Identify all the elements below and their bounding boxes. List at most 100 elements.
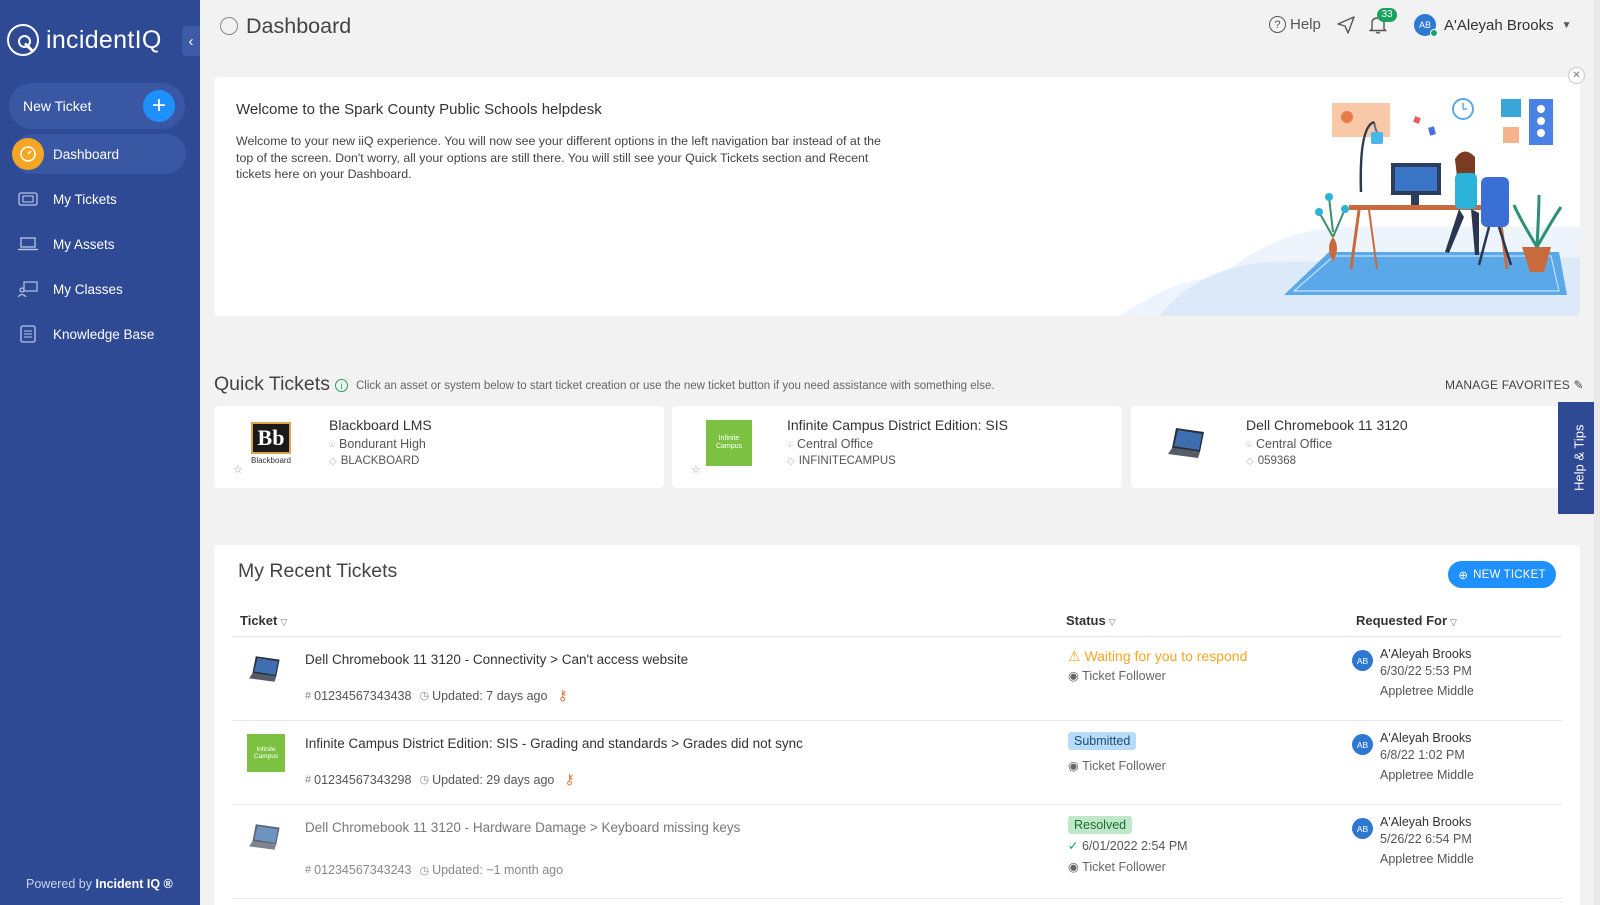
ticket-subject[interactable]: Infinite Campus District Edition: SIS - … bbox=[305, 736, 803, 751]
infinite-campus-logo-text: Infinite Campus bbox=[706, 420, 752, 466]
table-row[interactable]: Infinite Campus Infinite Campus District… bbox=[232, 721, 1562, 805]
quick-ticket-name: Blackboard LMS bbox=[329, 417, 432, 433]
help-link[interactable]: ? Help bbox=[1269, 16, 1321, 33]
column-label: Ticket bbox=[240, 613, 278, 628]
ticket-meta: # 01234567343243 ◷ Updated: ~1 month ago bbox=[305, 863, 563, 877]
blackboard-logo-text: Bb bbox=[251, 421, 291, 454]
requester-name: A'Aleyah Brooks bbox=[1380, 815, 1472, 829]
sidebar-item-knowledge-base[interactable]: Knowledge Base bbox=[12, 314, 186, 354]
warning-icon: ⚠ bbox=[1068, 648, 1081, 664]
location-text: Bondurant High bbox=[339, 437, 426, 451]
star-icon[interactable]: ☆ bbox=[691, 463, 701, 476]
status-submitted: Submitted bbox=[1068, 732, 1137, 750]
hash-icon: # bbox=[305, 773, 312, 786]
quick-tickets-description: Click an asset or system below to start … bbox=[356, 380, 995, 392]
tag-text: 059368 bbox=[1257, 455, 1297, 467]
clock-icon: ◷ bbox=[419, 690, 430, 702]
ticket-subject[interactable]: Dell Chromebook 11 3120 - Hardware Damag… bbox=[305, 820, 740, 835]
sort-icon: ▽ bbox=[1450, 617, 1457, 627]
infinite-campus-logo: Infinite Campus bbox=[246, 733, 286, 773]
sidebar-item-label: Dashboard bbox=[53, 146, 120, 162]
status-resolved: Resolved bbox=[1068, 816, 1133, 834]
new-ticket-button-secondary[interactable]: ⊕ NEW TICKET bbox=[1448, 561, 1556, 588]
speedometer-icon bbox=[12, 138, 44, 170]
column-label: Status bbox=[1066, 613, 1106, 628]
quick-ticket-card[interactable]: Infinite Campus ☆ Infinite Campus Distri… bbox=[672, 406, 1122, 488]
status-text: Waiting for you to respond bbox=[1084, 648, 1248, 664]
tag-icon: ◇ bbox=[1246, 456, 1254, 467]
powered-brand[interactable]: Incident IQ ® bbox=[96, 877, 173, 891]
star-icon[interactable]: ☆ bbox=[233, 463, 243, 476]
powered-by: Powered by Incident IQ ® bbox=[26, 877, 173, 891]
quick-ticket-name: Infinite Campus District Edition: SIS bbox=[787, 417, 1008, 433]
user-name: A'Aleyah Brooks bbox=[1444, 16, 1554, 34]
clock-icon: ◷ bbox=[419, 864, 430, 877]
blackboard-logo-caption: Blackboard bbox=[250, 455, 292, 465]
quick-ticket-tag: ◇ BLACKBOARD bbox=[329, 455, 419, 467]
manage-favorites-link[interactable]: MANAGE FAVORITES ✎ bbox=[1445, 378, 1584, 392]
sidebar-item-dashboard[interactable]: Dashboard bbox=[12, 134, 186, 174]
tag-icon: ◇ bbox=[787, 456, 795, 467]
ticket-number: 01234567343298 bbox=[314, 772, 412, 787]
avatar: AB bbox=[1352, 650, 1373, 671]
notification-badge: 33 bbox=[1377, 8, 1397, 22]
column-header-ticket[interactable]: Ticket ▽ bbox=[240, 613, 287, 628]
ticket-follower: ◉ Ticket Follower bbox=[1068, 668, 1166, 683]
collapse-sidebar-button[interactable]: ‹ bbox=[182, 26, 200, 56]
requested-date: 6/8/22 1:02 PM bbox=[1380, 748, 1465, 762]
location-text: Central Office bbox=[1256, 437, 1333, 451]
table-row[interactable]: Dell Chromebook 11 3120 - Hardware Damag… bbox=[232, 805, 1562, 899]
help-label: Help bbox=[1290, 16, 1321, 33]
ticket-number: 01234567343243 bbox=[314, 863, 412, 877]
sidebar-item-my-tickets[interactable]: My Tickets bbox=[12, 179, 186, 219]
sidebar-item-my-classes[interactable]: My Classes bbox=[12, 269, 186, 309]
help-and-tips-label: Help & Tips bbox=[1571, 424, 1587, 492]
quick-ticket-location: ⌾ Central Office bbox=[787, 437, 873, 451]
chevron-left-icon: ‹ bbox=[188, 32, 194, 50]
sort-icon: ▽ bbox=[280, 617, 288, 627]
powered-prefix: Powered by bbox=[26, 877, 93, 891]
table-row[interactable]: Dell Chromebook 11 3120 - Connectivity >… bbox=[232, 637, 1562, 721]
column-header-status[interactable]: Status ▽ bbox=[1066, 613, 1116, 628]
requester-name: A'Aleyah Brooks bbox=[1380, 731, 1472, 745]
avatar: AB bbox=[1414, 14, 1438, 37]
manage-favorites-label: MANAGE FAVORITES bbox=[1445, 378, 1570, 392]
ticket-icon bbox=[12, 183, 44, 215]
chevron-down-icon: ▼ bbox=[1561, 19, 1572, 31]
laptop-icon bbox=[12, 228, 44, 260]
avatar: AB bbox=[1352, 734, 1373, 755]
send-icon[interactable] bbox=[1337, 16, 1355, 39]
info-icon[interactable]: i bbox=[335, 379, 348, 392]
infinite-campus-logo: Infinite Campus bbox=[706, 420, 752, 466]
tag-icon: ◇ bbox=[329, 456, 337, 467]
top-header: Dashboard ? Help 33 AB A'Aleyah Brooks ▼ bbox=[200, 0, 1600, 52]
close-welcome-button[interactable]: ✕ bbox=[1568, 67, 1585, 84]
status-badge: Submitted bbox=[1068, 732, 1137, 750]
column-label: Requested For bbox=[1356, 613, 1448, 628]
plus-icon: + bbox=[143, 90, 175, 122]
requester-name: A'Aleyah Brooks bbox=[1380, 647, 1472, 661]
ticket-meta: # 01234567343298 ◷ Updated: 29 days ago … bbox=[305, 771, 575, 788]
quick-ticket-card[interactable]: Bb Blackboard ☆ Blackboard LMS ⌾ Bonduran… bbox=[214, 406, 664, 488]
follower-text: Ticket Follower bbox=[1082, 860, 1166, 874]
key-icon: ⚷ bbox=[564, 771, 575, 787]
follower-text: Ticket Follower bbox=[1082, 669, 1166, 683]
column-header-requested-for[interactable]: Requested For ▽ bbox=[1356, 613, 1457, 628]
classroom-icon bbox=[12, 273, 44, 305]
incidentiq-logo[interactable]: incidentIQ bbox=[7, 22, 162, 58]
recent-tickets-panel: My Recent Tickets ⊕ NEW TICKET Ticket ▽ S… bbox=[214, 545, 1580, 905]
laptop-image bbox=[246, 817, 286, 857]
ticket-subject[interactable]: Dell Chromebook 11 3120 - Connectivity >… bbox=[305, 652, 688, 667]
pencil-icon: ✎ bbox=[1573, 378, 1584, 392]
sidebar-item-my-assets[interactable]: My Assets bbox=[12, 224, 186, 264]
welcome-title: Welcome to the Spark County Public Schoo… bbox=[236, 101, 602, 118]
help-icon: ? bbox=[1269, 16, 1286, 33]
new-ticket-button[interactable]: New Ticket + bbox=[9, 83, 185, 129]
online-status-dot bbox=[1430, 29, 1438, 37]
ticket-follower: ◉ Ticket Follower bbox=[1068, 859, 1166, 874]
user-menu[interactable]: AB A'Aleyah Brooks ▼ bbox=[1414, 14, 1572, 37]
welcome-body: Welcome to your new iiQ experience. You … bbox=[236, 134, 881, 181]
quick-ticket-card[interactable]: Dell Chromebook 11 3120 ⌾ Central Office … bbox=[1131, 406, 1581, 488]
page-scrollbar[interactable] bbox=[1594, 0, 1600, 905]
sidebar-item-label: My Assets bbox=[53, 236, 115, 252]
